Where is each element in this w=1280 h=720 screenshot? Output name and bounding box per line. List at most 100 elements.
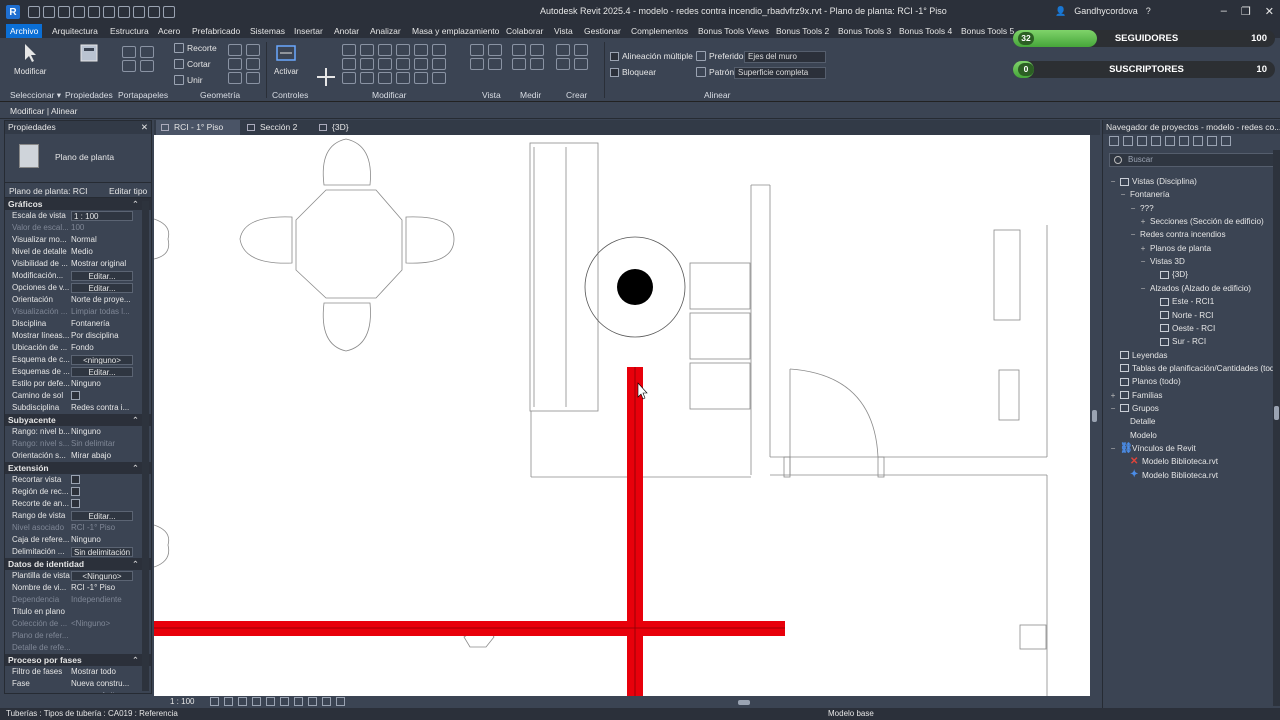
collapse-icon[interactable]: ⌃ <box>132 654 139 666</box>
text-icon[interactable] <box>133 6 145 18</box>
measure-distance-icon[interactable] <box>512 44 526 56</box>
type-selector[interactable]: Plano de planta <box>5 134 151 182</box>
ribbon-tab[interactable]: Prefabricado <box>192 24 240 38</box>
detail-level-icon[interactable] <box>210 697 219 706</box>
browser-item[interactable]: Detalle <box>1119 415 1156 428</box>
browser-item[interactable]: + Familias <box>1109 389 1163 402</box>
browser-item[interactable]: − Alzados (Alzado de edificio) <box>1139 282 1251 295</box>
collapse-icon[interactable]: ⌃ <box>132 558 139 570</box>
sun-path-icon[interactable] <box>238 697 247 706</box>
extend-multi-icon[interactable] <box>396 72 410 84</box>
cut-tool[interactable]: Cortar <box>174 59 211 69</box>
browser-tool-icon[interactable] <box>1137 136 1147 146</box>
ribbon-tab[interactable]: Vista <box>554 24 573 38</box>
scroll-thumb[interactable] <box>1092 410 1097 422</box>
collapse-icon[interactable]: ⌃ <box>132 198 139 210</box>
extend-icon[interactable] <box>378 72 392 84</box>
override-icon[interactable] <box>488 44 502 56</box>
browser-item[interactable]: Sur - RCI <box>1149 335 1206 348</box>
property-group-header[interactable]: Proceso por fases ⌃ <box>5 654 151 666</box>
delete-icon[interactable] <box>432 72 446 84</box>
horizontal-scroll-thumb[interactable] <box>738 700 750 705</box>
browser-tool-icon[interactable] <box>1151 136 1161 146</box>
browser-tool-icon[interactable] <box>1179 136 1189 146</box>
ribbon-tab[interactable]: Bonus Tools 5 <box>961 24 1014 38</box>
expand-toggle-icon[interactable]: − <box>1119 188 1127 201</box>
cope-tool[interactable]: Recorte <box>174 43 217 53</box>
align-icon[interactable] <box>342 58 356 70</box>
property-value[interactable]: 1 : 100 <box>71 211 133 221</box>
trim-extend-icon[interactable] <box>360 72 374 84</box>
browser-item[interactable]: Norte - RCI <box>1149 309 1213 322</box>
properties-scrollbar[interactable] <box>142 201 149 691</box>
show-crop-icon[interactable] <box>280 697 289 706</box>
property-value[interactable]: Editar... <box>71 367 133 377</box>
hide-icon[interactable] <box>470 44 484 56</box>
property-value[interactable]: <Ninguno> <box>71 571 133 581</box>
copy-icon[interactable] <box>140 46 154 58</box>
property-value[interactable]: Mostrar todo <box>71 666 133 678</box>
property-value[interactable]: Norte de proye... <box>71 294 133 306</box>
expand-toggle-icon[interactable]: − <box>1109 175 1117 188</box>
browser-item[interactable]: Modelo <box>1119 429 1157 442</box>
view-tool-4[interactable] <box>488 58 502 70</box>
browser-tool-icon[interactable] <box>1123 136 1133 146</box>
browser-item[interactable]: − Vistas (Disciplina) <box>1109 175 1197 188</box>
active-model[interactable]: Modelo base <box>828 708 874 720</box>
property-value[interactable]: Redes contra i... <box>71 402 133 414</box>
browser-item[interactable]: + Secciones (Sección de edificio) <box>1139 215 1264 228</box>
panel-label-select[interactable]: Seleccionar ▾ <box>10 90 61 101</box>
geom-tool-2[interactable] <box>246 44 260 56</box>
split-icon[interactable] <box>396 44 410 56</box>
geom-tool-6[interactable] <box>246 72 260 84</box>
expand-toggle-icon[interactable]: + <box>1109 389 1117 402</box>
view-tab[interactable]: Sección 2 <box>242 120 312 135</box>
split-gap-icon[interactable] <box>414 44 428 56</box>
drawing-canvas[interactable] <box>154 135 1090 696</box>
ribbon-tab[interactable]: Masa y emplazamiento <box>412 24 499 38</box>
browser-item[interactable]: − Fontanería <box>1119 188 1170 201</box>
browser-item[interactable]: Este - RCI1 <box>1149 295 1214 308</box>
ribbon-tab[interactable]: Acero <box>158 24 180 38</box>
ribbon-tab[interactable]: Gestionar <box>584 24 621 38</box>
pin-icon[interactable] <box>432 44 446 56</box>
edit-type-button[interactable]: Editar tipo <box>109 186 147 196</box>
ribbon-tab[interactable]: Anotar <box>334 24 359 38</box>
browser-item[interactable]: ✦ Modelo Biblioteca.rvt <box>1119 469 1218 482</box>
property-value[interactable]: Editar... <box>71 283 133 293</box>
match-icon[interactable] <box>140 60 154 72</box>
property-group-header[interactable]: Subyacente ⌃ <box>5 414 151 426</box>
property-value[interactable]: Fontanería <box>71 318 133 330</box>
property-value[interactable]: Editar... <box>71 511 133 521</box>
browser-item[interactable]: Tablas de planificación/Cantidades (todo… <box>1109 362 1280 375</box>
mirror-axis-icon[interactable] <box>360 44 374 56</box>
ribbon-tab[interactable]: Bonus Tools Views <box>698 24 769 38</box>
property-group-header[interactable]: Gráficos ⌃ <box>5 198 151 210</box>
browser-item[interactable]: −??? <box>1129 202 1154 215</box>
ribbon-tab[interactable]: Archivo <box>6 24 43 38</box>
ribbon-tab[interactable]: Estructura <box>110 24 149 38</box>
minimize-icon[interactable]: – <box>1221 5 1227 18</box>
ribbon-tab[interactable]: Bonus Tools 2 <box>776 24 829 38</box>
property-value[interactable]: Mostrar original <box>71 258 133 270</box>
property-value[interactable]: <ninguno> <box>71 355 133 365</box>
canvas-vertical-scrollbar[interactable] <box>1090 135 1100 696</box>
expand-toggle-icon[interactable]: − <box>1129 202 1137 215</box>
3d-view-icon[interactable] <box>148 6 160 18</box>
measure-tool-4[interactable] <box>530 58 544 70</box>
browser-scrollbar[interactable] <box>1273 150 1280 706</box>
expand-toggle-icon[interactable]: − <box>1139 255 1147 268</box>
multiple-alignment-checkbox[interactable]: Alineación múltiple <box>610 51 693 61</box>
create-assembly-icon[interactable] <box>574 58 588 70</box>
shadows-icon[interactable] <box>252 697 261 706</box>
crop-icon[interactable] <box>266 697 275 706</box>
maximize-icon[interactable]: ❐ <box>1241 5 1251 18</box>
copy-tool-icon[interactable] <box>360 58 374 70</box>
browser-item[interactable]: + Planos de planta <box>1139 242 1211 255</box>
section-icon[interactable] <box>163 6 175 18</box>
linework-icon[interactable] <box>470 58 484 70</box>
geom-tool-5[interactable] <box>228 72 242 84</box>
browser-item[interactable]: − Redes contra incendios <box>1129 228 1226 241</box>
create-group-icon[interactable] <box>556 44 570 56</box>
browser-item[interactable]: − Vistas 3D <box>1139 255 1185 268</box>
